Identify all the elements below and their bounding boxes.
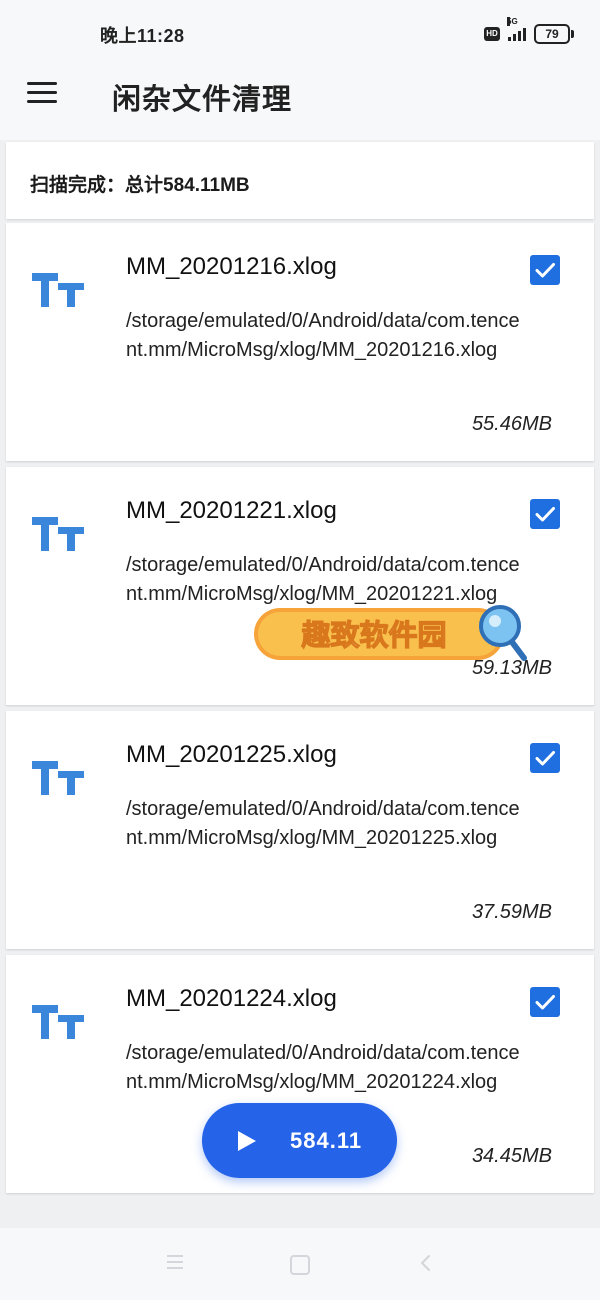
check-icon [535, 507, 555, 522]
check-icon [535, 263, 555, 278]
font-file-icon [32, 517, 84, 551]
file-path: /storage/emulated/0/Android/data/com.ten… [126, 1042, 520, 1093]
file-path: /storage/emulated/0/Android/data/com.ten… [126, 310, 520, 361]
check-icon [535, 751, 555, 766]
status-time: 晚上11:28 [100, 26, 185, 46]
file-size: 37.59MB [471, 901, 552, 923]
file-card[interactable]: MM_20201221.xlog /storage/emulated/0/And… [6, 467, 594, 705]
network-type-label: 5G [507, 17, 518, 26]
page-title: 闲杂文件清理 [112, 84, 293, 116]
status-bar: 晚上11:28 HD 5G 79 [0, 0, 600, 70]
play-icon [238, 1131, 256, 1151]
font-file-icon [32, 273, 84, 307]
recents-icon[interactable] [167, 1255, 185, 1271]
file-checkbox[interactable] [530, 255, 560, 285]
watermark-logo: 趣致软件园 [254, 605, 527, 661]
clean-play-button[interactable]: 584.11 [202, 1103, 397, 1178]
check-icon [535, 995, 555, 1010]
font-file-icon [32, 1005, 84, 1039]
file-name: MM_20201224.xlog [126, 985, 337, 1012]
hd-icon: HD [484, 27, 500, 41]
file-checkbox[interactable] [530, 987, 560, 1017]
menu-icon[interactable] [27, 82, 59, 106]
system-nav-bar [0, 1228, 600, 1300]
total-size-value: 584.11 [290, 1128, 363, 1153]
home-icon[interactable] [290, 1255, 310, 1275]
file-name: MM_20201216.xlog [126, 253, 337, 280]
font-file-icon [32, 761, 84, 795]
file-size: 34.45MB [471, 1145, 552, 1167]
file-name: MM_20201225.xlog [126, 741, 337, 768]
scan-summary-text: 扫描完成：总计584.11MB [30, 175, 250, 196]
file-size: 55.46MB [471, 413, 552, 435]
status-icons: HD 5G 79 [484, 17, 574, 44]
file-card[interactable]: MM_20201216.xlog /storage/emulated/0/And… [6, 223, 594, 461]
battery-icon: 79 [534, 24, 574, 44]
file-checkbox[interactable] [530, 743, 560, 773]
file-card[interactable]: MM_20201225.xlog /storage/emulated/0/And… [6, 711, 594, 949]
watermark-text: 趣致软件园 [300, 618, 446, 652]
back-icon[interactable] [418, 1253, 434, 1273]
scan-summary-card: 扫描完成：总计584.11MB [6, 142, 594, 219]
file-checkbox[interactable] [530, 499, 560, 529]
app-bar: 闲杂文件清理 [0, 70, 600, 140]
file-name: MM_20201221.xlog [126, 497, 337, 524]
signal-icon: 5G [507, 17, 526, 41]
file-path: /storage/emulated/0/Android/data/com.ten… [126, 798, 520, 849]
